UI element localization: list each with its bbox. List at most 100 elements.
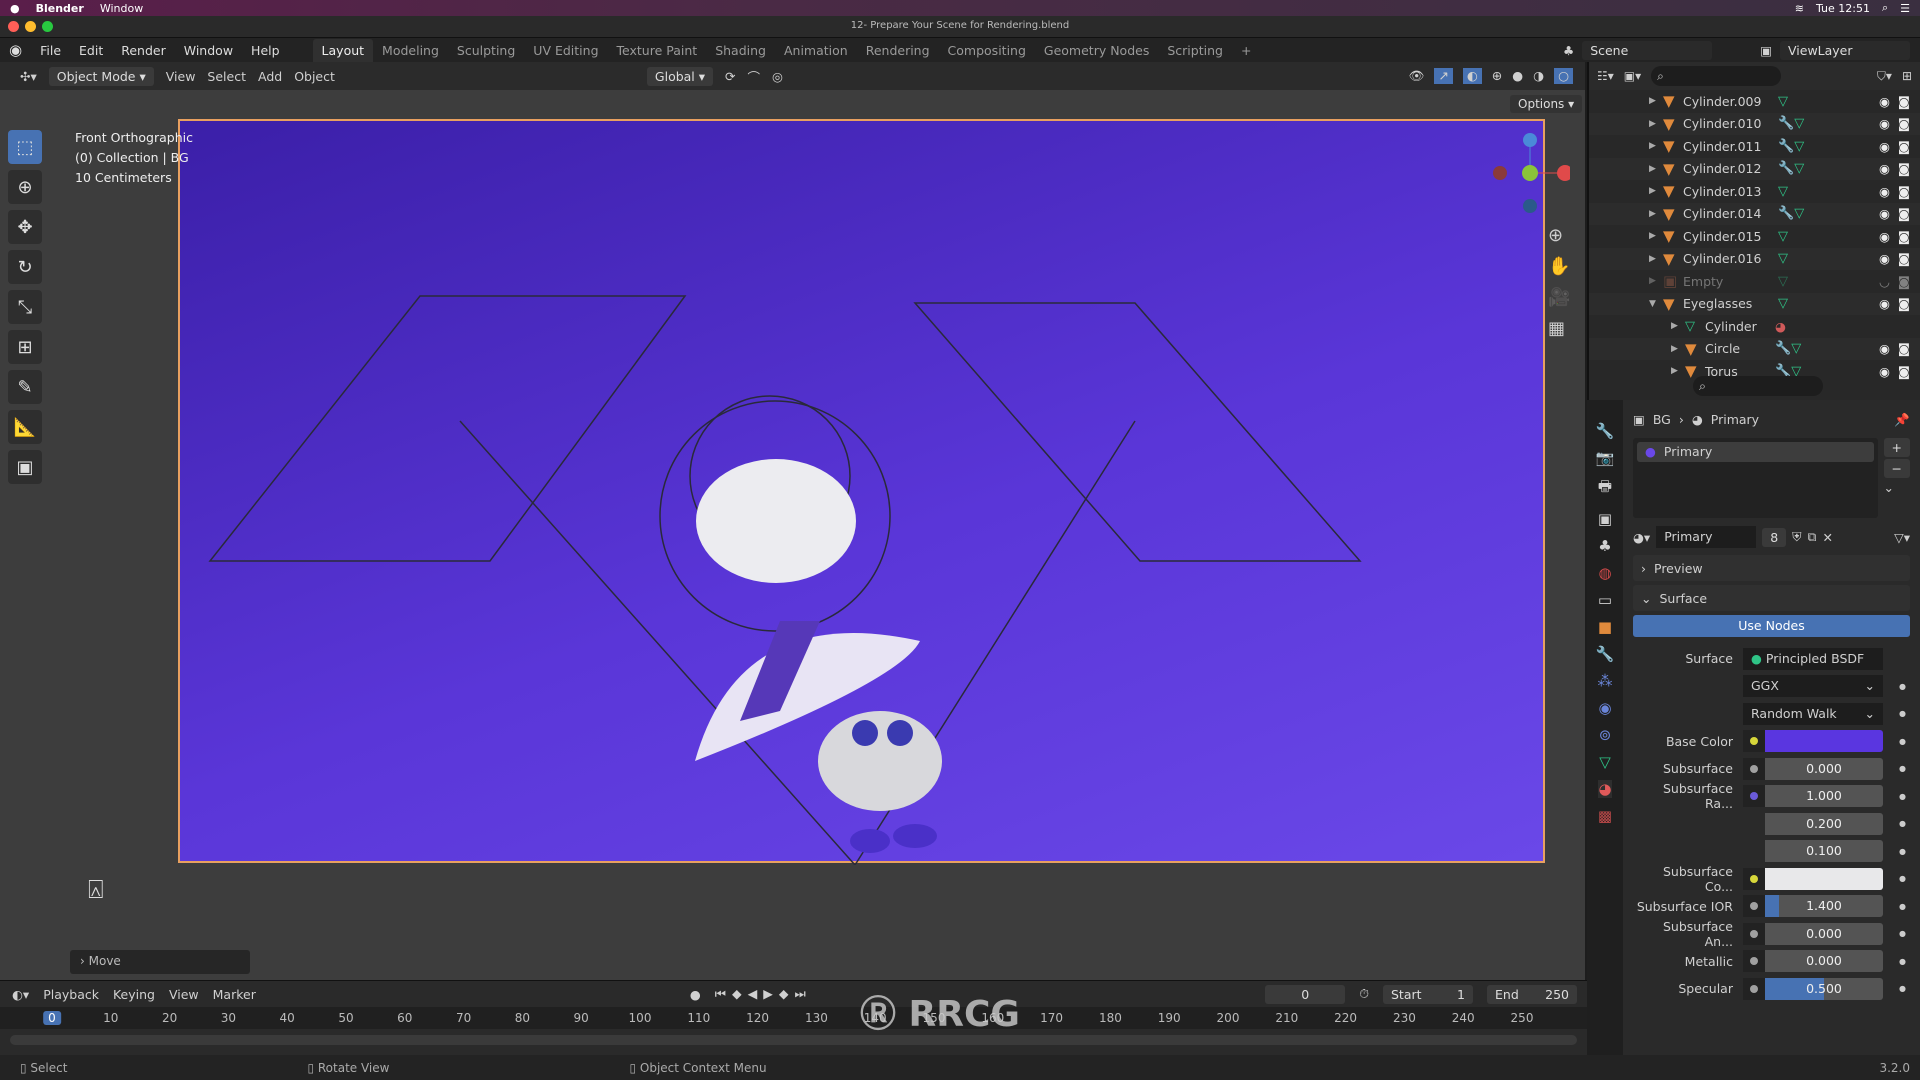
rotate-tool-icon[interactable]: ↻ [8,250,42,284]
snap-icon[interactable]: ⌒ [748,67,761,86]
material-tab-icon[interactable]: ◕ [1598,780,1612,798]
fake-user-icon[interactable]: ⛨ [1792,529,1801,545]
surface-shader-field[interactable]: ● Principled BSDF [1743,647,1883,670]
subsurface-method-dropdown[interactable]: Random Walk ⌄ [1743,702,1883,725]
eye-icon[interactable]: ◉ [1879,161,1890,176]
outliner-item-name[interactable]: Cylinder.015 [1683,229,1778,244]
socket-icon[interactable] [1743,895,1765,918]
physics-tab-icon[interactable]: ◉ [1598,699,1611,717]
outliner-item-name[interactable]: Cylinder.011 [1683,139,1778,154]
constraints-tab-icon[interactable]: ⊚ [1599,726,1612,744]
pivot-icon[interactable]: ⟳ [725,69,735,84]
mesh-data-icon[interactable]: ▽ [1794,161,1804,176]
camera-icon[interactable]: ◙ [1898,206,1910,221]
playhead[interactable]: 0 [43,1011,61,1025]
start-frame-field[interactable]: Start 1 [1383,984,1473,1004]
expand-arrow-icon[interactable]: ▶ [1649,209,1663,219]
outliner-row[interactable]: ▶ ▼ Cylinder.011 🔧 ▽ ◉ ◙ [1589,135,1920,158]
keyframe-dot[interactable]: ● [1899,929,1906,938]
color-swatch[interactable] [1765,867,1883,890]
tab-texture-paint[interactable]: Texture Paint [608,39,707,62]
socket-icon[interactable] [1743,867,1765,890]
render-tab-icon[interactable]: 📷 [1596,449,1615,467]
camera-icon[interactable]: ◙ [1898,161,1910,176]
socket-icon[interactable] [1743,785,1765,808]
texture-tab-icon[interactable]: ▩ [1598,807,1612,825]
frame-ruler[interactable]: 0 10 20 30 40 50 60 70 80 90 100 110 120 130 140 150 160… [0,1007,1587,1029]
expand-arrow-icon[interactable]: ▶ [1649,141,1663,151]
camera-icon[interactable]: ◙ [1898,184,1910,199]
add-slot-button[interactable]: + [1883,437,1910,457]
camera-icon[interactable]: ◙ [1898,116,1910,131]
modifier-icon[interactable]: 🔧 [1778,206,1794,221]
outliner-row[interactable]: ▶ ▣ Empty ▽ ◡ ◙ [1589,270,1920,293]
stopwatch-icon[interactable]: ⏱ [1359,986,1369,1002]
modifier-icon[interactable]: 🔧 [1778,161,1794,176]
mesh-data-icon[interactable]: ▽ [1778,184,1788,199]
overlay-icon[interactable]: ◐ [1462,68,1482,84]
value-field[interactable]: 0.100 [1765,840,1883,863]
outliner-item-name[interactable]: Cylinder.012 [1683,161,1778,176]
mesh-data-icon[interactable]: ▽ [1794,206,1804,221]
menu-view[interactable]: View [166,69,196,84]
eye-icon[interactable]: ◉ [1879,206,1890,221]
eye-icon[interactable]: ◉ [1879,184,1890,199]
eye-icon[interactable]: ◉ [1879,116,1890,131]
orientation-dropdown[interactable]: Global ▾ [646,66,714,86]
menu-add[interactable]: Add [258,69,282,84]
value-field[interactable]: 0.000 [1765,757,1883,780]
socket-icon[interactable] [1743,757,1765,780]
menu-edit[interactable]: Edit [70,43,112,58]
add-workspace-button[interactable]: + [1232,39,1260,62]
expand-arrow-icon[interactable]: ▼ [1649,299,1663,309]
socket-icon[interactable] [1743,922,1765,945]
zoom-icon[interactable]: ⊕ [1548,225,1570,246]
current-frame-field[interactable]: 0 [1265,984,1346,1004]
duplicate-icon[interactable]: ⧉ [1808,529,1817,545]
menu-file[interactable]: File [31,43,70,58]
new-collection-icon[interactable]: ⊞ [1902,69,1912,83]
end-frame-field[interactable]: End 250 [1487,984,1577,1004]
move-tool-icon[interactable]: ✥ [8,210,42,244]
play-reverse-icon[interactable]: ◀ [748,986,764,1001]
tool-tab-icon[interactable]: 🔧 [1596,422,1615,440]
keyframe-dot[interactable]: ● [1899,984,1906,993]
eye-icon[interactable]: ◉ [1879,296,1890,311]
add-cube-tool-icon[interactable]: ▣ [8,450,42,484]
value-field[interactable]: 0.500 [1765,977,1883,1000]
mesh-data-icon[interactable]: ▽ [1791,341,1801,356]
mesh-data-icon[interactable]: ▽ [1794,139,1804,154]
expand-arrow-icon[interactable]: ▶ [1671,344,1685,354]
menu-select[interactable]: Select [207,69,246,84]
expand-arrow-icon[interactable]: ▶ [1649,276,1663,286]
rendered-shading-icon[interactable]: ○ [1554,68,1573,84]
app-menu[interactable]: Blender [36,2,84,15]
scale-tool-icon[interactable]: ⤡ [8,290,42,324]
3d-viewport[interactable]: Front Orthographic (0) Collection | BG 1… [0,90,1585,980]
menu-keying[interactable]: Keying [113,987,155,1002]
preview-panel-header[interactable]: › Preview [1633,555,1910,581]
proportional-edit-icon[interactable]: ◎ [772,69,783,84]
wireframe-shading-icon[interactable]: ⊕ [1492,68,1502,84]
auto-key-icon[interactable]: ● [690,987,701,1002]
outliner-row[interactable]: ▶ ▼ Cylinder.012 🔧 ▽ ◉ ◙ [1589,157,1920,180]
navigation-gizmo[interactable] [1480,128,1570,218]
next-key-icon[interactable]: ◆ [779,986,795,1001]
expand-arrow-icon[interactable]: ▶ [1649,96,1663,106]
modifier-icon[interactable]: 🔧 [1775,341,1791,356]
use-nodes-button[interactable]: Use Nodes [1633,615,1910,637]
view-layer-tab-icon[interactable]: ▣ [1598,510,1612,528]
mesh-data-icon[interactable]: ▽ [1778,251,1788,266]
clock[interactable]: Tue 12:51 [1816,2,1870,15]
outliner-item-name[interactable]: Cylinder.014 [1683,206,1778,221]
surface-panel-header[interactable]: ⌄ Surface [1633,585,1910,611]
eye-icon[interactable]: ◉ [1879,341,1890,356]
select-box-tool-icon[interactable]: ⬚ [8,130,42,164]
material-shading-icon[interactable]: ◑ [1533,68,1544,84]
menu-render[interactable]: Render [112,43,175,58]
mode-dropdown[interactable]: Object Mode ▾ [48,66,154,86]
camera-icon[interactable]: ◙ [1898,341,1910,356]
annotate-tool-icon[interactable]: ✎ [8,370,42,404]
scene-selector[interactable]: Scene [1582,40,1713,60]
keyframe-dot[interactable]: ● [1899,764,1906,773]
